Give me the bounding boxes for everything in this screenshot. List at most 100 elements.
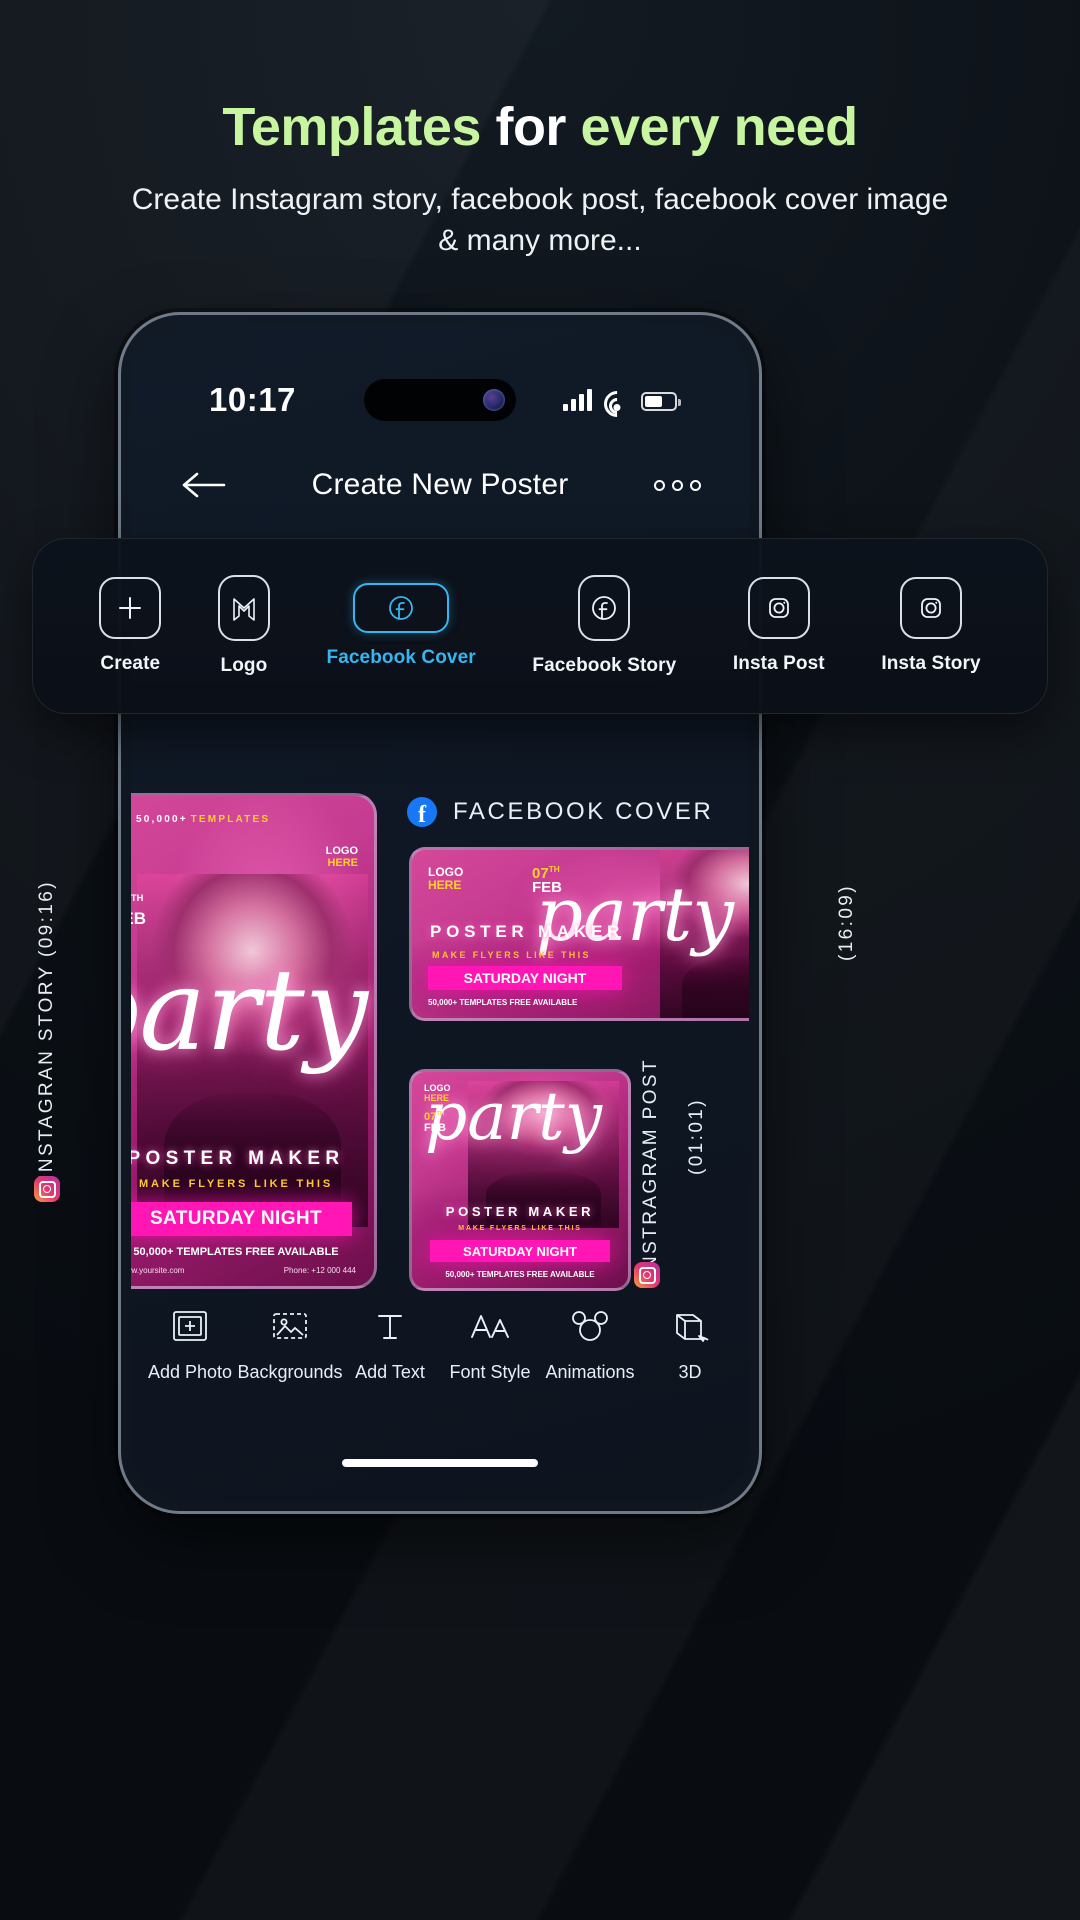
label-instagram-story-ratio: INSTAGRAN STORY (09:16) [36,880,57,1180]
poster-logo-placeholder: LOGO HERE [424,1083,451,1103]
instagram-icon [634,1262,660,1288]
template-type-label: Logo [220,655,268,676]
promo-header: Templates for every need Create Instagra… [0,96,1080,262]
poster-date-suffix: TH [548,865,560,874]
battery-icon [641,392,681,411]
dynamic-island [364,379,516,421]
poster-date: 07TH FEB [424,1111,446,1134]
poster-preview-facebook-cover[interactable]: party LOGO HERE 07TH FEB POSTER MAKER MA… [409,847,749,1021]
poster-title: POSTER MAKER [430,922,625,941]
poster-date-suffix: TH [436,1111,445,1118]
logo-monogram-icon [217,575,270,641]
poster-subtitle: MAKE FLYERS LIKE THIS [432,950,591,960]
template-type-insta-story[interactable]: Insta Story [881,577,981,675]
label-instagram-post-ratio: (01:01) [686,1098,707,1176]
tool-3d[interactable]: 3D [640,1304,740,1383]
label-facebook-cover-ratio: (16:09) [836,884,857,962]
add-text-icon [370,1304,410,1348]
cellular-bars-icon [563,389,592,411]
template-type-label: Facebook Cover [326,647,476,668]
poster-model-photo [136,874,369,1228]
page-subtitle: Create Instagram story, facebook post, f… [131,183,949,257]
poster-availability: 50,000+ TEMPLATES FREE AVAILABLE [428,998,578,1007]
template-type-label: Create [100,653,161,674]
tool-font-style[interactable]: Font Style [440,1304,540,1383]
poster-preview-instagram-story[interactable]: party 50,000+ TEMPLATES LOGO HERE 07TH F… [131,793,377,1289]
facebook-icon: f [407,797,437,827]
tool-backgrounds[interactable]: Backgrounds [237,1304,343,1383]
poster-subtitle: MAKE FLYERS LIKE THIS [138,1178,334,1190]
poster-logo-line1: LOGO [325,845,358,857]
tool-label: 3D [678,1362,702,1382]
home-indicator [342,1459,538,1467]
add-photo-icon [170,1304,210,1348]
tool-animations[interactable]: Animations [540,1304,640,1383]
poster-logo-placeholder: LOGO HERE [325,845,358,869]
template-type-label: Insta Post [732,653,825,674]
label-instagram-post: INSTRAGRAM POST [640,1058,661,1278]
poster-title: POSTER MAKER [445,1204,595,1219]
status-time: 10:17 [209,381,296,418]
template-type-facebook-cover[interactable]: Facebook Cover [327,583,476,669]
poster-logo-line2: HERE [428,877,462,892]
poster-date-month: FEB [532,879,562,897]
poster-date: 07TH FEB [532,865,562,897]
status-bar: 10:17 [131,373,749,427]
poster-date-suffix: TH [131,893,144,903]
poster-logo-line2: HERE [424,1092,450,1103]
poster-logo-line1: LOGO [428,865,464,879]
font-style-icon [468,1304,512,1348]
more-options-icon[interactable] [654,479,701,491]
tool-label: Font Style [449,1362,531,1382]
poster-date-month: FEB [131,908,146,928]
poster-phone: Phone: +12 000 444 [283,1266,356,1275]
poster-date: 07TH FEB [131,893,146,928]
template-type-toolbar: Create Logo Facebook Cover Facebook Stor… [32,538,1048,714]
three-d-icon [669,1304,711,1348]
plus-icon [99,577,162,639]
poster-date-month: FEB [424,1121,446,1134]
template-type-create[interactable]: Create [99,577,162,675]
phone-screen: 10:17 Create New Poster f FACEBOOK COVER… [131,325,749,1501]
backgrounds-icon [270,1304,310,1348]
phone-mockup: 10:17 Create New Poster f FACEBOOK COVER… [118,312,762,1514]
template-type-label: Insta Story [881,653,981,674]
front-camera-icon [483,389,505,411]
instagram-icon [34,1176,60,1202]
back-arrow-icon[interactable] [181,470,227,500]
page-title: Templates for every need [0,96,1080,158]
facebook-cover-label: FACEBOOK COVER [453,798,714,825]
template-type-insta-post[interactable]: Insta Post [733,577,825,675]
poster-logo-placeholder: LOGO HERE [428,866,463,891]
page-title-accent-2: every need [580,97,858,157]
poster-subtitle: MAKE FLYERS LIKE THIS [458,1225,582,1232]
facebook-icon [578,575,631,641]
template-type-logo[interactable]: Logo [217,575,270,677]
status-icons [563,385,681,423]
poster-title: POSTER MAKER [131,1148,345,1169]
wifi-icon [598,385,635,423]
poster-banner: SATURDAY NIGHT [131,1202,352,1236]
editor-toolbar: Add Photo Backgrounds Add Text Font Styl… [131,1304,749,1383]
template-type-facebook-story[interactable]: Facebook Story [532,575,676,677]
instagram-icon [747,577,810,639]
poster-top-white: 50,000+ [136,814,188,825]
poster-model-photo [660,850,749,1018]
poster-logo-line2: HERE [327,856,358,869]
poster-banner: SATURDAY NIGHT [428,966,622,990]
instagram-icon [899,577,962,639]
template-type-label: Facebook Story [532,655,677,676]
poster-top-line: 50,000+ TEMPLATES [136,814,270,825]
app-navbar: Create New Poster [131,453,749,517]
tool-label: Animations [545,1362,635,1382]
animations-icon [569,1304,611,1348]
poster-preview-instagram-post[interactable]: party LOGO HERE 07TH FEB POSTER MAKER MA… [409,1069,631,1291]
poster-website: www.yoursite.com [131,1266,185,1275]
facebook-cover-header: f FACEBOOK COVER [407,797,713,827]
poster-availability: 50,000+ TEMPLATES FREE AVAILABLE [133,1246,339,1258]
tool-add-photo[interactable]: Add Photo [140,1304,240,1383]
tool-add-text[interactable]: Add Text [340,1304,440,1383]
page-title-middle: for [480,97,581,157]
tool-label: Add Text [355,1362,425,1382]
poster-availability: 50,000+ TEMPLATES FREE AVAILABLE [445,1270,595,1279]
